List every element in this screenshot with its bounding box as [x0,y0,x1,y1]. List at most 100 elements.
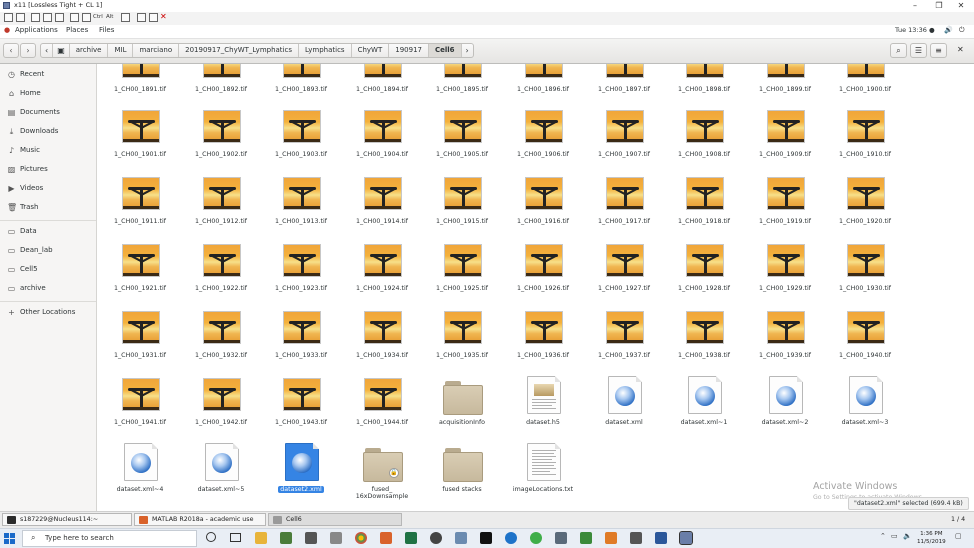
file-item[interactable]: 1_CH00_1908.tif [664,107,744,167]
sidebar-item-pictures[interactable]: ▨ Pictures [0,163,96,177]
power-icon[interactable]: ⏻ [959,26,965,35]
file-item[interactable]: 1_CH00_1902.tif [181,107,261,167]
vnc-copy-icon[interactable] [121,13,130,22]
app-icon-gray[interactable] [555,532,567,544]
breadcrumb-190917[interactable]: 190917 [389,44,429,57]
sidebar-item-cell5[interactable]: ▭ Cell5 [0,263,96,277]
file-item[interactable]: 1_CH00_1910.tif [825,107,905,167]
vnc-save-icon[interactable] [149,13,158,22]
file-item[interactable]: 1_CH00_1932.tif [181,308,261,368]
vnc-refresh-icon[interactable] [43,13,52,22]
tray-chevron-icon[interactable]: ⌃ [880,532,886,540]
window-list-matlab[interactable]: MATLAB R2018a - academic use [134,513,266,526]
file-item[interactable]: 1_CH00_1919.tif [745,174,825,234]
file-item[interactable]: 1_CH00_1911.tif [100,174,180,234]
file-item[interactable]: 1_CH00_1942.tif [181,375,261,435]
taskbar-search-box[interactable]: ⌕ Type here to search [22,530,197,547]
window-list-cell6[interactable]: Cell6 [268,513,402,526]
back-button[interactable]: ‹ [3,43,19,58]
menu-icon[interactable]: ≡ [930,43,947,58]
file-item[interactable]: 1_CH00_1935.tif [422,308,502,368]
app-icon-green[interactable] [530,532,542,544]
file-item[interactable]: 1_CH00_1929.tif [745,241,825,301]
workspace-pager[interactable]: 1 / 4 [951,516,965,523]
vnc-keyboard-icon[interactable] [82,13,91,22]
sidebar-item-other-locations[interactable]: + Other Locations [0,306,96,320]
view-toggle-icon[interactable]: ☰ [910,43,927,58]
ctrl-key-button[interactable]: Ctrl [93,13,103,22]
file-item[interactable]: 1_CH00_1900.tif [825,64,905,102]
file-item[interactable]: 1_CH00_1933.tif [261,308,341,368]
forward-button[interactable]: › [20,43,36,58]
chrome-icon[interactable] [355,532,367,544]
file-item[interactable]: dataset.xml~4 [100,442,180,502]
file-item[interactable]: 1_CH00_1909.tif [745,107,825,167]
vnc-zoom-icon[interactable] [137,13,146,22]
file-item[interactable]: 1_CH00_1903.tif [261,107,341,167]
alt-key-button[interactable]: Alt [106,13,113,22]
file-item[interactable]: 1_CH00_1913.tif [261,174,341,234]
file-item[interactable]: 🔒 fused_ 16xDownsample [342,442,422,502]
file-item[interactable]: 1_CH00_1925.tif [422,241,502,301]
notifications-icon[interactable]: ▢ [955,532,962,540]
file-item[interactable]: 1_CH00_1918.tif [664,174,744,234]
file-item[interactable]: 1_CH00_1937.tif [584,308,664,368]
sidebar-item-music[interactable]: ♪ Music [0,144,96,158]
file-item[interactable]: 1_CH00_1904.tif [342,107,422,167]
breadcrumb-left-arrow-icon[interactable]: ‹ [41,44,54,57]
vnc-fullscreen-icon[interactable] [31,13,40,22]
file-item[interactable]: 1_CH00_1912.tif [181,174,261,234]
vnc-viewer-icon[interactable] [679,531,693,545]
edge-icon[interactable] [505,532,517,544]
breadcrumb-lymphatics[interactable]: Lymphatics [299,44,352,57]
file-item[interactable]: 1_CH00_1921.tif [100,241,180,301]
network-icon[interactable]: ▭ [891,532,898,540]
file-item[interactable]: dataset2.xml [261,442,341,502]
file-item[interactable]: 1_CH00_1941.tif [100,375,180,435]
breadcrumb-mil[interactable]: MIL [108,44,134,57]
file-item[interactable]: 1_CH00_1905.tif [422,107,502,167]
close-icon[interactable]: ✕ [957,45,964,54]
vnc-info-icon[interactable] [16,13,25,22]
sidebar-item-videos[interactable]: ▶ Videos [0,182,96,196]
file-item[interactable]: 1_CH00_1899.tif [745,64,825,102]
cortana-icon[interactable] [206,532,216,542]
file-item[interactable]: 1_CH00_1893.tif [261,64,341,102]
word-icon[interactable] [655,532,667,544]
file-item[interactable]: 1_CH00_1906.tif [503,107,583,167]
vnc-reload-icon[interactable] [55,13,64,22]
file-item[interactable]: 1_CH00_1939.tif [745,308,825,368]
file-item[interactable]: 1_CH00_1901.tif [100,107,180,167]
breadcrumb-20190917[interactable]: 20190917_ChyWT_Lymphatics [179,44,299,57]
file-item[interactable]: 1_CH00_1891.tif [100,64,180,102]
search-icon[interactable]: ⌕ [890,43,907,58]
app-icon-dark-green[interactable] [580,532,592,544]
file-item[interactable]: 1_CH00_1895.tif [422,64,502,102]
applications-menu[interactable]: Applications [15,26,58,34]
file-item[interactable]: imageLocations.txt [503,442,583,502]
excel-icon[interactable] [405,532,417,544]
breadcrumb-drive-icon[interactable]: ▣ [53,44,70,57]
settings-icon[interactable] [430,532,442,544]
sidebar-item-data[interactable]: ▭ Data [0,225,96,239]
breadcrumb-archive[interactable]: archive [70,44,109,57]
speaker-icon[interactable]: 🔈 [903,532,912,540]
maximize-button[interactable]: ❐ [928,0,950,12]
file-item[interactable]: fused stacks [422,442,502,502]
file-item[interactable]: 1_CH00_1892.tif [181,64,261,102]
file-item[interactable]: 1_CH00_1914.tif [342,174,422,234]
file-item[interactable]: 1_CH00_1896.tif [503,64,583,102]
file-item[interactable]: 1_CH00_1938.tif [664,308,744,368]
file-item[interactable]: 1_CH00_1927.tif [584,241,664,301]
files-menu[interactable]: Files [99,26,114,34]
file-item[interactable]: 1_CH00_1916.tif [503,174,583,234]
minimize-button[interactable]: – [904,0,926,12]
file-item[interactable]: 1_CH00_1922.tif [181,241,261,301]
file-item[interactable]: 1_CH00_1928.tif [664,241,744,301]
file-item[interactable]: 1_CH00_1897.tif [584,64,664,102]
task-view-icon[interactable] [230,533,241,542]
file-item[interactable]: dataset.h5 [503,375,583,435]
sidebar-item-recent[interactable]: ◷ Recent [0,68,96,82]
app-icon-blue[interactable] [455,532,467,544]
app-icon-orange[interactable] [605,532,617,544]
